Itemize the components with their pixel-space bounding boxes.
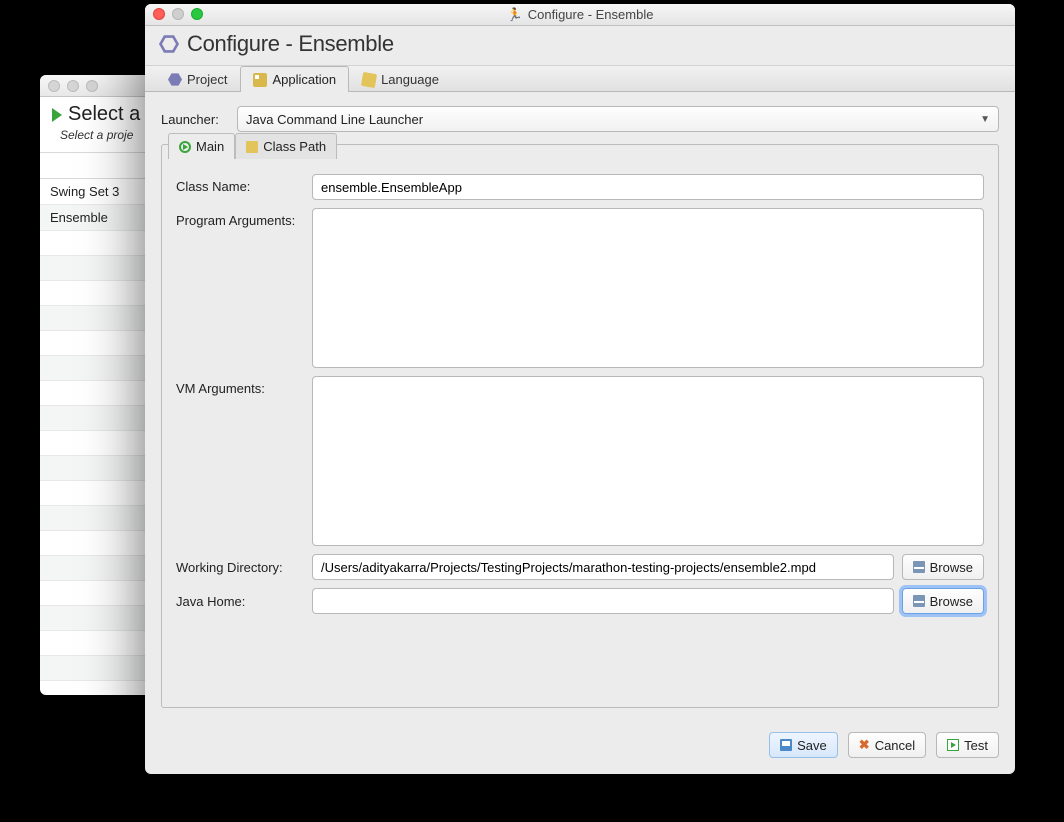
close-icon[interactable] — [153, 8, 165, 20]
close-icon[interactable] — [48, 80, 60, 92]
runner-icon: 🏃 — [507, 7, 523, 23]
maximize-icon[interactable] — [86, 80, 98, 92]
classpath-icon — [246, 141, 258, 153]
tab-main[interactable]: Main — [168, 133, 235, 159]
button-label: Cancel — [875, 738, 915, 753]
tab-label: Language — [381, 72, 439, 87]
tab-label: Class Path — [263, 139, 326, 154]
class-name-input[interactable] — [312, 174, 984, 200]
program-args-textarea[interactable] — [312, 208, 984, 368]
button-label: Browse — [930, 560, 973, 575]
tree-icon — [913, 595, 925, 607]
dialog-footer: Save ✖ Cancel Test — [145, 718, 1015, 774]
language-icon — [361, 71, 377, 87]
tab-language[interactable]: Language — [349, 66, 452, 92]
dialog-window-title: Configure - Ensemble — [528, 7, 654, 22]
program-args-label: Program Arguments: — [176, 208, 304, 228]
dialog-header-title: Configure - Ensemble — [187, 31, 394, 57]
inner-tab-bar: Main Class Path — [162, 144, 998, 170]
launcher-select[interactable]: Java Command Line Launcher ▼ — [237, 106, 999, 132]
outer-tab-bar: Project Application Language — [145, 65, 1015, 92]
button-label: Browse — [930, 594, 973, 609]
tab-project[interactable]: Project — [155, 66, 240, 92]
dialog-header: Configure - Ensemble — [145, 26, 1015, 65]
working-dir-label: Working Directory: — [176, 560, 304, 575]
play-circle-icon — [179, 141, 191, 153]
dialog-content: Launcher: Java Command Line Launcher ▼ M… — [145, 92, 1015, 718]
play-icon — [52, 108, 62, 122]
launcher-value: Java Command Line Launcher — [246, 112, 423, 127]
tab-label: Application — [272, 72, 336, 87]
save-icon — [780, 739, 792, 751]
tree-icon — [913, 561, 925, 573]
tab-label: Project — [187, 72, 227, 87]
tab-classpath[interactable]: Class Path — [235, 133, 337, 159]
inner-panel: Main Class Path Class Name: Program Argu… — [161, 144, 999, 708]
chevron-down-icon: ▼ — [980, 114, 990, 125]
java-home-input[interactable] — [312, 588, 894, 614]
cancel-icon: ✖ — [859, 739, 870, 751]
class-name-label: Class Name: — [176, 174, 304, 194]
test-icon — [947, 739, 959, 751]
configure-dialog: 🏃 Configure - Ensemble Configure - Ensem… — [145, 4, 1015, 774]
button-label: Test — [964, 738, 988, 753]
browse-java-home-button[interactable]: Browse — [902, 588, 984, 614]
launcher-label: Launcher: — [161, 112, 227, 127]
minimize-icon[interactable] — [67, 80, 79, 92]
browse-working-dir-button[interactable]: Browse — [902, 554, 984, 580]
project-hex-icon — [168, 73, 182, 87]
java-home-label: Java Home: — [176, 594, 304, 609]
working-dir-input[interactable] — [312, 554, 894, 580]
main-tab-content: Class Name: Program Arguments: VM Argume… — [162, 170, 998, 707]
tab-label: Main — [196, 139, 224, 154]
save-button[interactable]: Save — [769, 732, 838, 758]
button-label: Save — [797, 738, 827, 753]
vm-args-label: VM Arguments: — [176, 376, 304, 396]
minimize-icon[interactable] — [172, 8, 184, 20]
application-icon — [253, 73, 267, 87]
test-button[interactable]: Test — [936, 732, 999, 758]
project-hex-icon — [159, 34, 179, 54]
dialog-titlebar: 🏃 Configure - Ensemble — [145, 4, 1015, 26]
vm-args-textarea[interactable] — [312, 376, 984, 546]
maximize-icon[interactable] — [191, 8, 203, 20]
cancel-button[interactable]: ✖ Cancel — [848, 732, 926, 758]
tab-application[interactable]: Application — [240, 66, 349, 92]
